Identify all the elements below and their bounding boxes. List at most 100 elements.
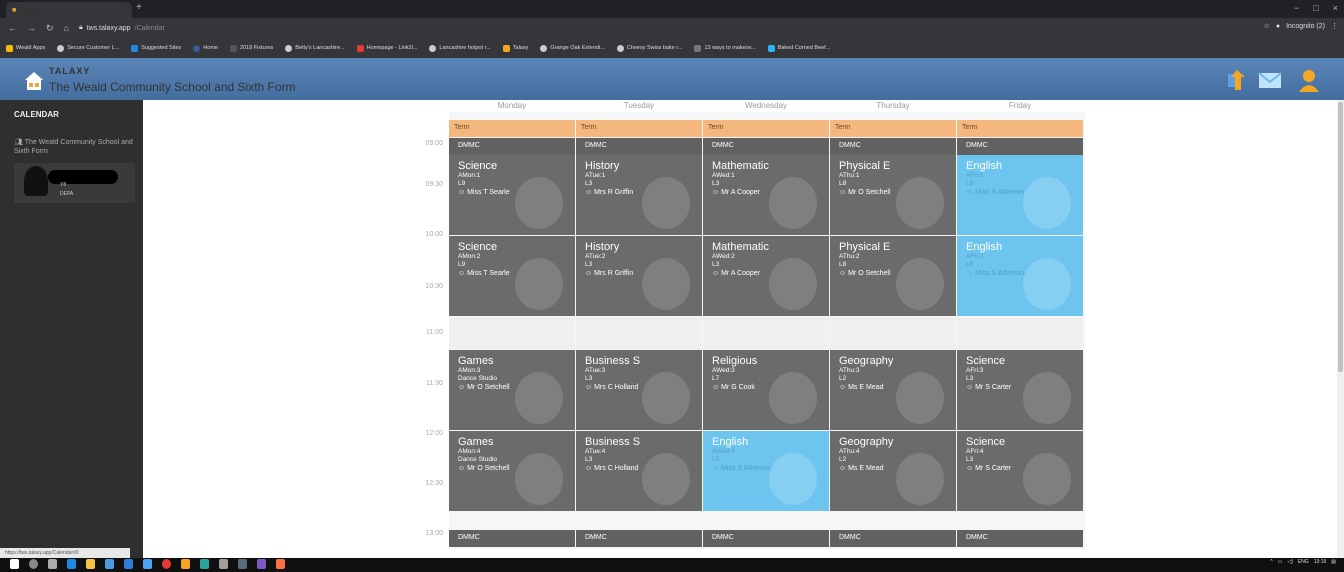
tray-chevron-icon[interactable]: ^ <box>1270 559 1272 565</box>
bookmark-item[interactable]: Secure Customer L... <box>57 44 119 52</box>
term-bar[interactable]: Term <box>957 120 1083 137</box>
tab-title: Talaxy <box>20 6 41 14</box>
bookmark-item[interactable]: Grange Oak Extendi... <box>540 44 605 52</box>
chrome-icon[interactable] <box>162 559 171 569</box>
action-center-icon[interactable]: ▤ <box>1331 559 1336 565</box>
app-icon[interactable] <box>219 559 228 569</box>
teacher-name: Mrs R Griffin <box>594 189 634 196</box>
lesson-subject: Physical E <box>839 160 891 172</box>
lesson-cell[interactable]: Games AMon:4 Dance Studio ☺ Mr O Setchell <box>449 431 575 511</box>
forward-icon[interactable]: → <box>27 23 36 33</box>
user-profile-icon[interactable] <box>1297 68 1321 92</box>
clock[interactable]: 13:19 <box>1314 559 1327 565</box>
dmmc-bar[interactable]: DMMC <box>576 138 702 155</box>
lesson-cell[interactable]: Business S ATue:4 L3 ☺ Mrs C Holland <box>576 431 702 511</box>
windows-start-icon[interactable] <box>10 559 19 569</box>
brand-name: TALAXY <box>49 66 91 76</box>
dmmc-bar[interactable]: DMMC <box>576 530 702 547</box>
lesson-cell[interactable]: Geography AThu:4 L2 ☺ Ms E Mead <box>830 431 956 511</box>
mail-icon[interactable] <box>1258 68 1282 92</box>
lesson-cell[interactable]: Games AMon:3 Dance Studio ☺ Mr O Setchell <box>449 350 575 430</box>
close-window-button[interactable]: × <box>1333 3 1338 13</box>
back-icon[interactable]: ← <box>8 23 17 33</box>
task-view-icon[interactable] <box>48 559 57 569</box>
dmmc-bar[interactable]: DMMC <box>957 138 1083 155</box>
dmmc-bar[interactable]: DMMC <box>703 138 829 155</box>
bookmark-item[interactable]: Talaxy <box>502 44 528 52</box>
volume-icon[interactable]: ◁) <box>1287 559 1293 565</box>
url-field[interactable]: 🔒︎ tws.talaxy.app/Calendar <box>79 21 165 35</box>
paint-icon[interactable] <box>181 559 190 569</box>
people-icon: 👥︎ <box>14 139 23 146</box>
lesson-cell[interactable]: Science AMon:2 L9 ☺ Miss T Searle <box>449 236 575 316</box>
day-header-wednesday: Wednesday <box>744 101 788 110</box>
photos-icon[interactable] <box>143 559 152 569</box>
lesson-cell[interactable]: Mathematic AWed:2 L3 ☺ Mr A Cooper <box>703 236 829 316</box>
lesson-cell[interactable]: English AFri:2 L8 ☺ Miss S Atherton <box>957 236 1083 316</box>
star-icon[interactable]: ☆ <box>1264 22 1270 30</box>
language-indicator[interactable]: ENG <box>1298 559 1309 565</box>
bookmark-item[interactable]: Betty's Lancashire... <box>285 44 345 52</box>
dmmc-bar[interactable]: DMMC <box>703 530 829 547</box>
lesson-cell[interactable]: Science AFri:4 L3 ☺ Mr S Carter <box>957 431 1083 511</box>
bookmark-item[interactable]: Lancashire hotpot r... <box>429 44 491 52</box>
dmmc-bar[interactable]: DMMC <box>957 530 1083 547</box>
term-bar[interactable]: Term <box>576 120 702 137</box>
lesson-cell[interactable]: Science AMon:1 L9 ☺ Miss T Searle <box>449 155 575 235</box>
tab-close-icon[interactable]: × <box>122 7 126 14</box>
app-icon[interactable] <box>257 559 266 569</box>
bookmark-item[interactable]: Homepage - Link2l... <box>356 44 417 52</box>
new-tab-button[interactable]: + <box>136 2 142 13</box>
lesson-cell[interactable]: Geography AThu:3 L2 ☺ Ms E Mead <box>830 350 956 430</box>
app-icon[interactable] <box>200 559 209 569</box>
notifications-icon[interactable] <box>1225 68 1249 92</box>
profile-label[interactable]: Incognito (2) <box>1286 23 1325 30</box>
app-icon[interactable] <box>238 559 247 569</box>
app-icon[interactable] <box>276 559 285 569</box>
bookmark-item[interactable]: Baked Corned Beef... <box>767 44 830 52</box>
mail-app-icon[interactable] <box>124 559 133 569</box>
store-icon[interactable] <box>105 559 114 569</box>
lesson-cell[interactable]: Religious AWed:3 L7 ☺ Mr G Cook <box>703 350 829 430</box>
lesson-cell[interactable]: Mathematic AWed:1 L3 ☺ Mr A Cooper <box>703 155 829 235</box>
home-icon[interactable]: ⌂ <box>64 23 69 33</box>
lesson-cell[interactable]: Science AFri:3 L3 ☺ Mr S Carter <box>957 350 1083 430</box>
file-explorer-icon[interactable] <box>86 559 95 569</box>
taskbar-icons <box>10 559 285 569</box>
menu-icon[interactable]: ⋮ <box>1331 22 1338 30</box>
dmmc-bar[interactable]: DMMC <box>449 530 575 547</box>
browser-tab[interactable]: ■ Talaxy × <box>6 2 132 18</box>
reload-icon[interactable]: ↻ <box>46 23 54 34</box>
lesson-cell[interactable]: History ATue:2 L3 ☺ Mrs R Griffin <box>576 236 702 316</box>
network-icon[interactable]: ▭ <box>1278 559 1283 565</box>
time-label-text: 11:00 <box>426 329 443 336</box>
bookmark-item[interactable]: 13 ways to makeov... <box>694 44 756 52</box>
teacher-name: Mr A Cooper <box>721 270 761 277</box>
minimize-button[interactable]: − <box>1294 3 1299 13</box>
dmmc-bar[interactable]: DMMC <box>449 138 575 155</box>
term-bar[interactable]: Term <box>449 120 575 137</box>
scrollbar-thumb[interactable] <box>1338 102 1343 372</box>
dmmc-bar[interactable]: DMMC <box>830 530 956 547</box>
bookmark-item[interactable]: Home <box>193 44 218 52</box>
search-icon[interactable] <box>29 559 38 569</box>
bookmark-item[interactable]: 2018 Fixtures <box>229 44 273 52</box>
lesson-cell[interactable]: English AFri:1 L8 ☺ Miss S Atherton <box>957 155 1083 235</box>
edge-icon[interactable] <box>67 559 76 569</box>
bookmark-item[interactable]: Weald Apps <box>6 44 45 52</box>
sidebar-school-link[interactable]: 👥︎ The Weald Community School and Sixth … <box>14 138 139 156</box>
term-bar[interactable]: Term <box>703 120 829 137</box>
lesson-cell[interactable]: History ATue:1 L3 ☺ Mrs R Griffin <box>576 155 702 235</box>
bookmark-item[interactable]: Cheesy Swiss bake r... <box>616 44 682 52</box>
lesson-cell[interactable]: Business S ATue:3 L3 ☺ Mrs C Holland <box>576 350 702 430</box>
lesson-cell[interactable]: Physical E AThu:1 L8 ☺ Mr O Setchell <box>830 155 956 235</box>
person-icon: ☺ <box>839 465 849 472</box>
subject-watermark-icon <box>515 177 563 229</box>
person-icon: ☺ <box>966 465 976 472</box>
bookmark-item[interactable]: Suggested Sites <box>131 44 181 52</box>
term-bar[interactable]: Term <box>830 120 956 137</box>
maximize-button[interactable]: □ <box>1313 3 1318 13</box>
lesson-cell[interactable]: English AWed:4 L5 ☺ Miss S Atherton <box>703 431 829 511</box>
dmmc-bar[interactable]: DMMC <box>830 138 956 155</box>
lesson-cell[interactable]: Physical E AThu:2 L8 ☺ Mr O Setchell <box>830 236 956 316</box>
